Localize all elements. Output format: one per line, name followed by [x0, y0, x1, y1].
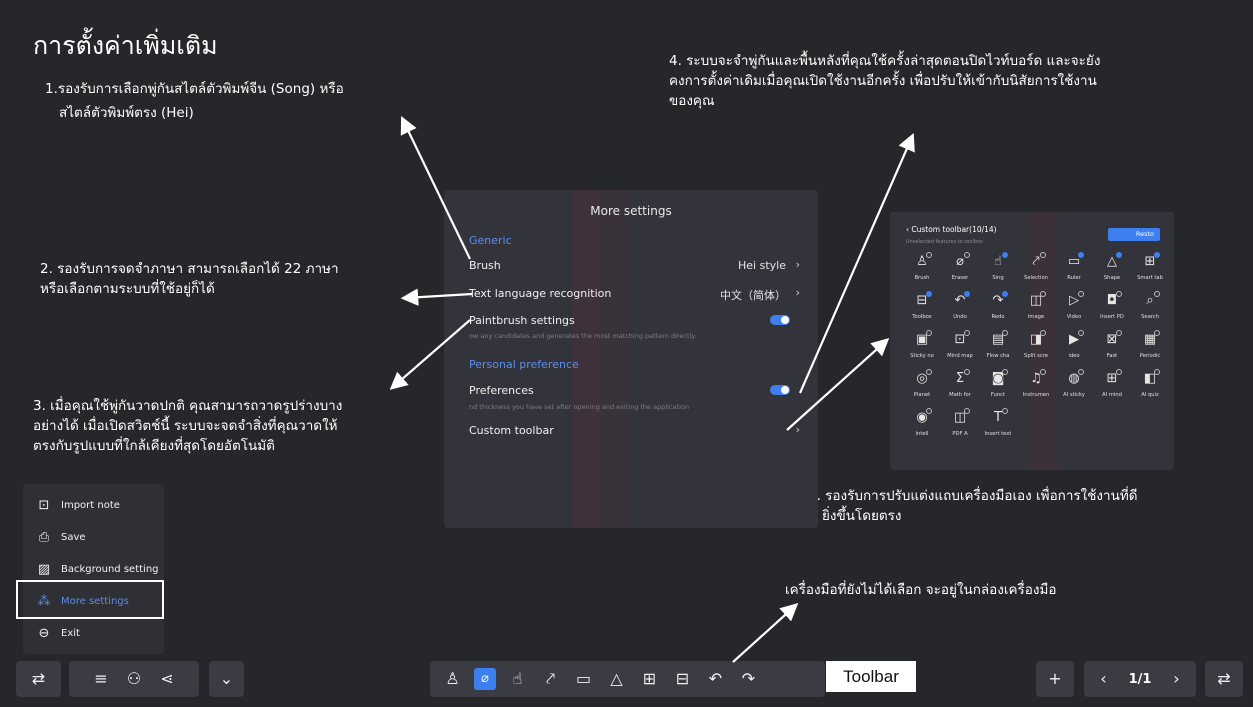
arrow-1 [400, 116, 471, 260]
arrow-4 [798, 132, 915, 394]
arrow-5 [786, 338, 890, 431]
arrow-6 [732, 603, 799, 663]
arrow-2 [400, 288, 473, 306]
annotation-arrows [389, 116, 915, 663]
arrow-3 [389, 319, 471, 390]
